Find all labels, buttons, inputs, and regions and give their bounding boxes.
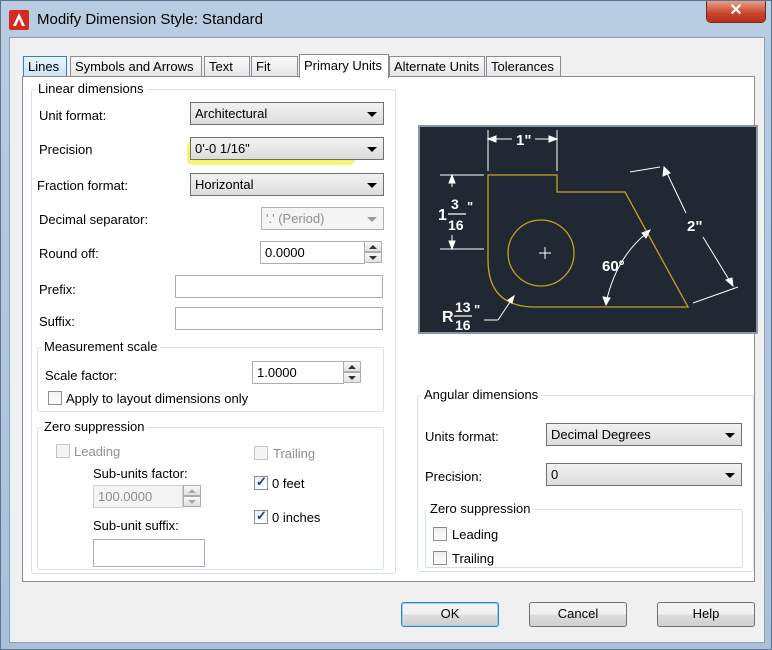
chevron-down-icon xyxy=(367,147,377,152)
fraction-format-select[interactable]: Horizontal xyxy=(190,173,384,196)
title-bar[interactable]: Modify Dimension Style: Standard ✕ xyxy=(1,1,771,37)
zero-suppression-title: Zero suppression xyxy=(41,419,148,434)
decimal-separator-value: '.' (Period) xyxy=(266,211,325,226)
window-title: Modify Dimension Style: Standard xyxy=(37,11,263,28)
angular-trailing-checkbox[interactable] xyxy=(433,551,447,565)
checkmark-icon: ✓ xyxy=(256,474,267,489)
round-off-spinner[interactable] xyxy=(364,241,382,264)
preview-drawing: 1" 1 3 16 " 2" 60° R 13 16 " xyxy=(438,130,739,333)
preview-area: 1" 1 3 16 " 2" 60° R 13 16 " xyxy=(418,125,758,334)
dialog-client: Lines Symbols and Arrows Text Fit Primar… xyxy=(9,37,765,643)
measurement-scale-title: Measurement scale xyxy=(41,339,161,354)
angular-precision-value: 0 xyxy=(551,467,559,482)
angular-units-format-select[interactable]: Decimal Degrees xyxy=(546,423,742,446)
chevron-down-icon xyxy=(367,217,377,222)
spin-up-icon[interactable] xyxy=(183,485,201,496)
dim-left-whole-text: 1 xyxy=(438,207,447,224)
spin-up-icon[interactable] xyxy=(364,241,382,252)
unit-format-select[interactable]: Architectural xyxy=(190,102,384,125)
round-off-input[interactable]: 0.0000 xyxy=(260,241,365,264)
autocad-app-icon xyxy=(9,10,29,30)
linear-dimensions-title: Linear dimensions xyxy=(35,81,147,96)
angular-units-format-value: Decimal Degrees xyxy=(551,427,651,442)
precision-label: Precision xyxy=(39,142,93,157)
angular-trailing-label: Trailing xyxy=(452,551,495,566)
dialog-window: Modify Dimension Style: Standard ✕ Lines… xyxy=(0,0,772,650)
prefix-input[interactable] xyxy=(175,275,383,298)
scale-factor-spinner[interactable] xyxy=(343,361,361,384)
unit-format-value: Architectural xyxy=(195,106,268,121)
tab-lines[interactable]: Lines xyxy=(23,56,67,77)
ok-button[interactable]: OK xyxy=(401,602,499,627)
angular-precision-label: Precision: xyxy=(425,469,483,484)
angular-zero-suppression-title: Zero suppression xyxy=(427,501,534,516)
dim-radius-prefix-text: R xyxy=(442,309,454,326)
preview-geometry xyxy=(487,174,690,308)
precision-value: 0'-0 1/16" xyxy=(195,141,250,156)
dim-radius-denominator-text: 16 xyxy=(455,317,471,332)
leading-checkbox[interactable] xyxy=(56,444,70,458)
chevron-down-icon xyxy=(367,112,377,117)
scale-factor-input[interactable]: 1.0000 xyxy=(252,361,344,384)
dim-radius-numerator-text: 13 xyxy=(455,299,471,315)
unit-format-label: Unit format: xyxy=(39,108,107,123)
help-button[interactable]: Help xyxy=(657,602,755,627)
sub-unit-suffix-input[interactable] xyxy=(93,539,205,567)
sub-unit-suffix-label: Sub-unit suffix: xyxy=(93,518,179,533)
sub-units-factor-spinner[interactable] xyxy=(183,485,201,508)
zero-feet-label: 0 feet xyxy=(272,476,305,491)
round-off-label: Round off: xyxy=(39,246,99,261)
scale-factor-label: Scale factor: xyxy=(45,368,118,383)
tab-alternate-units[interactable]: Alternate Units xyxy=(389,56,485,77)
precision-select[interactable]: 0'-0 1/16" xyxy=(190,137,384,160)
trailing-checkbox[interactable] xyxy=(254,446,268,460)
leading-label: Leading xyxy=(74,444,121,459)
suffix-input[interactable] xyxy=(175,307,383,330)
fraction-format-value: Horizontal xyxy=(195,177,254,192)
primary-units-panel: Linear dimensions Unit format: Architect… xyxy=(22,76,758,582)
tab-symbols-and-arrows[interactable]: Symbols and Arrows xyxy=(70,56,202,77)
zero-inches-label: 0 inches xyxy=(272,510,321,525)
dim-left-numerator-text: 3 xyxy=(451,196,459,212)
angular-precision-select[interactable]: 0 xyxy=(546,463,742,486)
close-icon: ✕ xyxy=(729,2,743,19)
preview-labels: 1" 1 3 16 " 2" 60° R 13 16 " xyxy=(438,132,702,333)
tab-text[interactable]: Text xyxy=(204,56,250,77)
chevron-down-icon xyxy=(725,433,735,438)
zero-inches-checkbox[interactable]: ✓ xyxy=(254,508,268,524)
decimal-separator-label: Decimal separator: xyxy=(39,212,149,227)
spin-down-icon[interactable] xyxy=(364,252,382,263)
spin-down-icon[interactable] xyxy=(343,372,361,383)
tab-fit[interactable]: Fit xyxy=(251,56,298,77)
trailing-label: Trailing xyxy=(273,446,316,461)
chevron-down-icon xyxy=(725,473,735,478)
fraction-format-label: Fraction format: xyxy=(37,178,129,193)
dim-right-text: 2" xyxy=(687,218,702,235)
zero-feet-checkbox[interactable]: ✓ xyxy=(254,474,268,490)
angular-dimensions-title: Angular dimensions xyxy=(421,387,542,402)
suffix-label: Suffix: xyxy=(39,314,75,329)
dim-radius-inch-text: " xyxy=(474,302,480,317)
apply-layout-checkbox[interactable] xyxy=(48,391,62,405)
checkmark-icon: ✓ xyxy=(256,508,267,523)
sub-units-factor-input[interactable]: 100.0000 xyxy=(93,485,183,508)
dim-top-text: 1" xyxy=(516,132,531,149)
dim-angle-text: 60° xyxy=(602,258,625,275)
close-button[interactable]: ✕ xyxy=(706,1,766,23)
angular-leading-label: Leading xyxy=(452,527,499,542)
apply-layout-label: Apply to layout dimensions only xyxy=(66,391,249,406)
cancel-button[interactable]: Cancel xyxy=(529,602,627,627)
angular-units-format-label: Units format: xyxy=(425,429,499,444)
dim-left-denominator-text: 16 xyxy=(448,217,464,233)
prefix-label: Prefix: xyxy=(39,282,76,297)
angular-leading-checkbox[interactable] xyxy=(433,527,447,541)
spin-up-icon[interactable] xyxy=(343,361,361,372)
decimal-separator-select[interactable]: '.' (Period) xyxy=(261,207,384,230)
dim-left-inch-text: " xyxy=(467,199,473,214)
tab-tolerances[interactable]: Tolerances xyxy=(486,56,561,77)
spin-down-icon[interactable] xyxy=(183,496,201,507)
sub-units-factor-label: Sub-units factor: xyxy=(93,466,188,481)
chevron-down-icon xyxy=(367,183,377,188)
tab-primary-units[interactable]: Primary Units xyxy=(299,54,389,78)
